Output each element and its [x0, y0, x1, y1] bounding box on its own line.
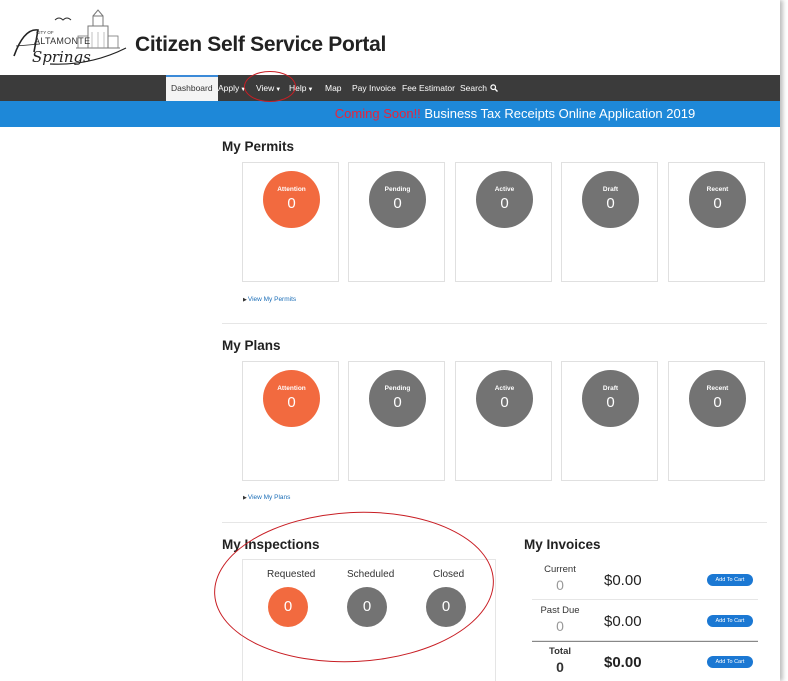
- main-nav: Dashboard Apply▼ View▼ Help▼ Map Pay Inv…: [0, 75, 780, 101]
- status-count: 0: [393, 195, 402, 212]
- status-circle: Recent 0: [689, 171, 746, 228]
- logo-altamonte: ALTAMONTE: [34, 36, 91, 46]
- status-count: 0: [606, 195, 615, 212]
- city-logo[interactable]: CITY OF ALTAMONTE Springs: [10, 8, 128, 70]
- status-circle: Pending 0: [369, 171, 426, 228]
- nav-apply-label: Apply: [218, 83, 240, 93]
- status-circle: Active 0: [476, 171, 533, 228]
- view-my-plans-label: View My Plans: [247, 494, 291, 501]
- status-count: 0: [287, 394, 296, 411]
- view-my-permits-label: View My Permits: [247, 296, 297, 303]
- nav-apply[interactable]: Apply▼: [218, 75, 246, 101]
- status-circle: Attention 0: [263, 171, 320, 228]
- section-divider: [222, 323, 767, 324]
- permit-card-attention[interactable]: Attention 0: [242, 162, 339, 282]
- invoices-title: My Invoices: [524, 537, 601, 552]
- status-count: 0: [393, 394, 402, 411]
- nav-dashboard[interactable]: Dashboard: [166, 75, 218, 101]
- nav-map[interactable]: Map: [325, 75, 342, 101]
- plan-card-pending[interactable]: Pending 0: [348, 361, 445, 481]
- invoice-row-past-due: Past Due 0 $0.00 Add To Cart: [532, 601, 758, 641]
- add-to-cart-button[interactable]: Add To Cart: [707, 656, 753, 668]
- status-count: 0: [713, 394, 722, 411]
- invoice-amount: $0.00: [604, 613, 642, 630]
- permit-card-draft[interactable]: Draft 0: [561, 162, 658, 282]
- status-label: Attention: [277, 186, 306, 193]
- search-icon: [490, 84, 499, 92]
- nav-search[interactable]: Search: [460, 75, 499, 101]
- status-label: Draft: [602, 385, 619, 392]
- invoice-count: 0: [556, 577, 564, 593]
- status-circle: Pending 0: [369, 370, 426, 427]
- nav-map-label: Map: [325, 83, 342, 93]
- status-label: Draft: [602, 186, 619, 193]
- plan-card-attention[interactable]: Attention 0: [242, 361, 339, 481]
- permit-card-recent[interactable]: Recent 0: [668, 162, 765, 282]
- banner-text: Business Tax Receipts Online Application…: [424, 106, 696, 121]
- logo-city-of: CITY OF: [36, 30, 54, 35]
- invoice-count: 0: [556, 618, 564, 634]
- permits-title: My Permits: [222, 139, 295, 154]
- status-circle: Active 0: [476, 370, 533, 427]
- banner-highlight: Coming Soon!!: [334, 106, 421, 121]
- annotation-circle-view: [244, 71, 296, 102]
- plans-title: My Plans: [222, 338, 281, 353]
- announcement-banner[interactable]: Coming Soon!! Business Tax Receipts Onli…: [0, 101, 780, 127]
- plan-card-draft[interactable]: Draft 0: [561, 361, 658, 481]
- plan-card-recent[interactable]: Recent 0: [668, 361, 765, 481]
- status-label: Pending: [384, 186, 411, 193]
- invoice-label: Total: [549, 646, 571, 657]
- nav-fee-estimator-label: Fee Estimator: [402, 83, 455, 93]
- invoice-row-total: Total 0 $0.00 Add To Cart: [532, 641, 758, 681]
- status-count: 0: [500, 195, 509, 212]
- view-my-plans-link[interactable]: ▶View My Plans: [243, 494, 290, 501]
- status-count: 0: [606, 394, 615, 411]
- add-to-cart-button[interactable]: Add To Cart: [707, 574, 753, 586]
- page-title: Citizen Self Service Portal: [135, 33, 386, 56]
- page-frame: CITY OF ALTAMONTE Springs Citizen Self S…: [0, 0, 780, 681]
- status-label: Recent: [706, 186, 729, 193]
- invoice-label: Past Due: [540, 605, 580, 616]
- header: CITY OF ALTAMONTE Springs Citizen Self S…: [0, 0, 780, 74]
- nav-search-label: Search: [460, 83, 487, 93]
- status-label: Active: [494, 385, 515, 392]
- logo-springs: Springs: [32, 48, 91, 66]
- status-circle: Attention 0: [263, 370, 320, 427]
- status-count: 0: [713, 195, 722, 212]
- status-label: Active: [494, 186, 515, 193]
- caret-down-icon: ▼: [307, 87, 314, 93]
- status-count: 0: [500, 394, 509, 411]
- permit-card-pending[interactable]: Pending 0: [348, 162, 445, 282]
- invoice-amount: $0.00: [604, 572, 642, 589]
- nav-pay-invoice-label: Pay Invoice: [352, 83, 396, 93]
- invoice-count: 0: [556, 659, 564, 675]
- invoice-label: Current: [544, 564, 576, 575]
- status-count: 0: [287, 195, 296, 212]
- status-label: Pending: [384, 385, 411, 392]
- status-circle: Recent 0: [689, 370, 746, 427]
- status-circle: Draft 0: [582, 370, 639, 427]
- add-to-cart-button[interactable]: Add To Cart: [707, 615, 753, 627]
- invoice-amount: $0.00: [604, 654, 642, 671]
- view-my-permits-link[interactable]: ▶View My Permits: [243, 296, 296, 303]
- status-label: Attention: [277, 385, 306, 392]
- caret-right-icon: ▶: [243, 297, 247, 303]
- plan-card-active[interactable]: Active 0: [455, 361, 552, 481]
- permit-card-active[interactable]: Active 0: [455, 162, 552, 282]
- status-circle: Draft 0: [582, 171, 639, 228]
- nav-pay-invoice[interactable]: Pay Invoice: [352, 75, 396, 101]
- invoice-row-current: Current 0 $0.00 Add To Cart: [532, 560, 758, 600]
- nav-dashboard-label: Dashboard: [171, 83, 213, 93]
- caret-right-icon: ▶: [243, 495, 247, 501]
- nav-fee-estimator[interactable]: Fee Estimator: [402, 75, 455, 101]
- status-label: Recent: [706, 385, 729, 392]
